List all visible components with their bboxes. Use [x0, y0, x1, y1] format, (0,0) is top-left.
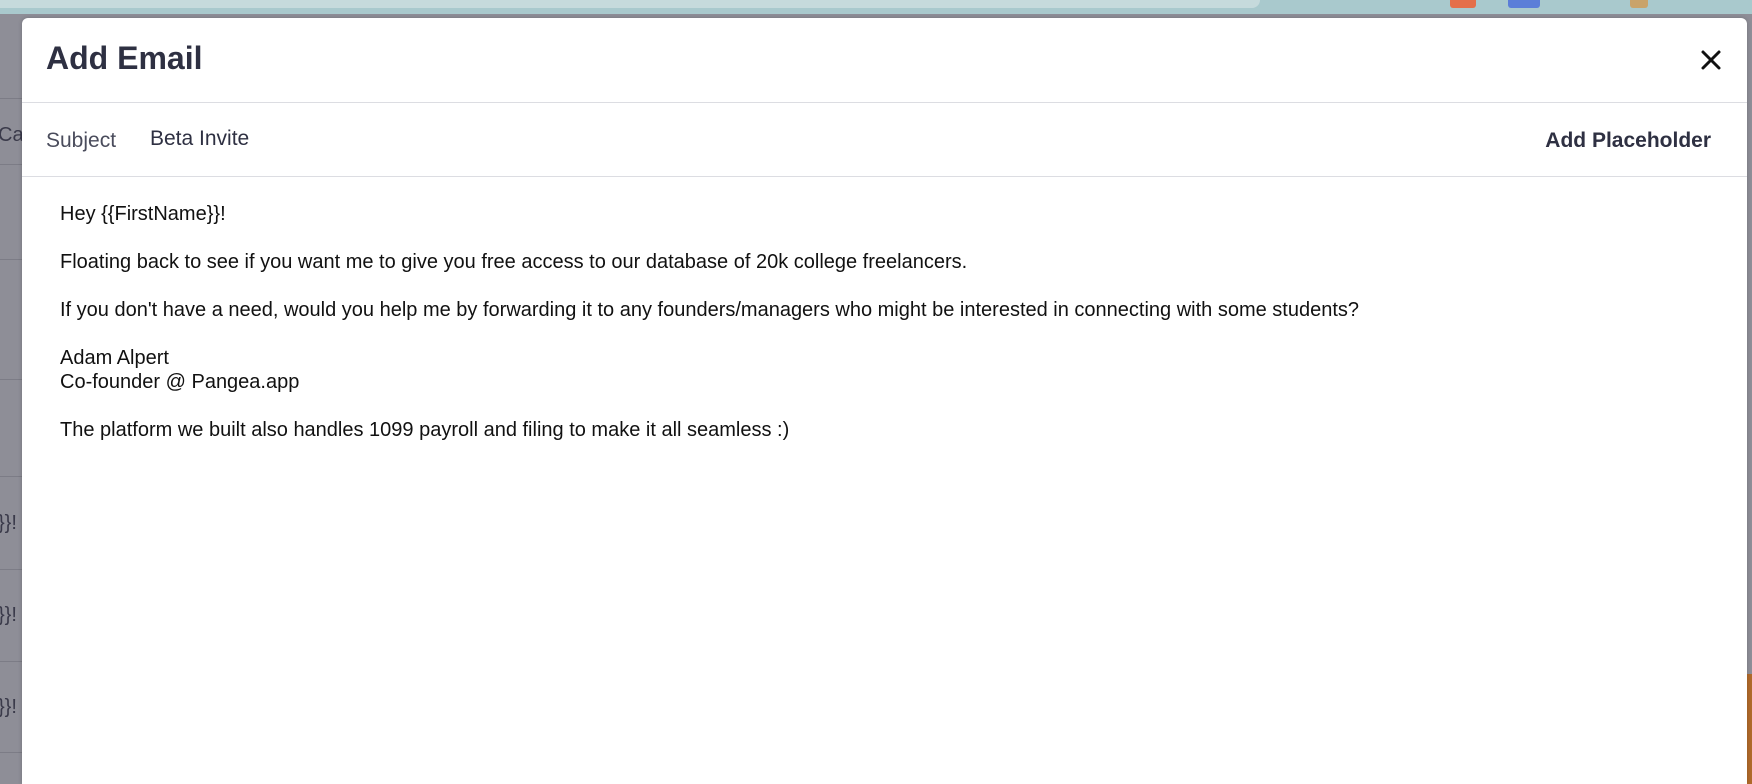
background-search-bar — [0, 0, 1260, 8]
email-body-editor[interactable]: Hey {{FirstName}}! Floating back to see … — [60, 202, 1710, 762]
add-placeholder-button[interactable]: Add Placeholder — [1545, 129, 1711, 153]
background-row-fragment: }}! — [0, 604, 17, 626]
background-count-badge — [1508, 0, 1540, 8]
background-divider — [0, 476, 22, 477]
signature-title: Co-founder @ Pangea.app — [60, 371, 300, 393]
background-avatar — [1630, 0, 1648, 8]
body-postscript: The platform we built also handles 1099 … — [60, 419, 790, 441]
background-list-edge: Ca }}! }}! }}! — [0, 14, 24, 784]
close-button[interactable] — [1695, 44, 1727, 76]
background-notification-badge — [1450, 0, 1476, 8]
modal-title: Add Email — [46, 40, 203, 76]
background-divider — [0, 752, 22, 753]
subject-input[interactable] — [146, 121, 1354, 157]
background-row-fragment: }}! — [0, 696, 17, 718]
subject-row: Subject Add Placeholder — [22, 103, 1747, 177]
add-email-modal: Add Email Subject Add Placeholder Hey {{… — [22, 18, 1747, 784]
background-divider — [0, 164, 22, 165]
close-icon — [1701, 50, 1721, 70]
body-paragraph: If you don't have a need, would you help… — [60, 299, 1360, 321]
signature-name: Adam Alpert — [60, 347, 169, 369]
background-column-header-fragment: Ca — [0, 124, 24, 146]
background-divider — [0, 259, 22, 260]
modal-header: Add Email — [22, 18, 1747, 103]
background-divider — [0, 661, 22, 662]
body-paragraph: Floating back to see if you want me to g… — [60, 251, 968, 273]
background-row-fragment: }}! — [0, 512, 17, 534]
subject-label: Subject — [46, 129, 117, 152]
background-divider — [0, 379, 22, 380]
background-top-bar — [0, 0, 1752, 14]
background-right-edge — [1747, 14, 1752, 784]
background-divider — [0, 569, 22, 570]
background-divider — [0, 98, 22, 99]
background-accent — [1747, 674, 1752, 784]
body-greeting: Hey {{FirstName}}! — [60, 203, 226, 225]
